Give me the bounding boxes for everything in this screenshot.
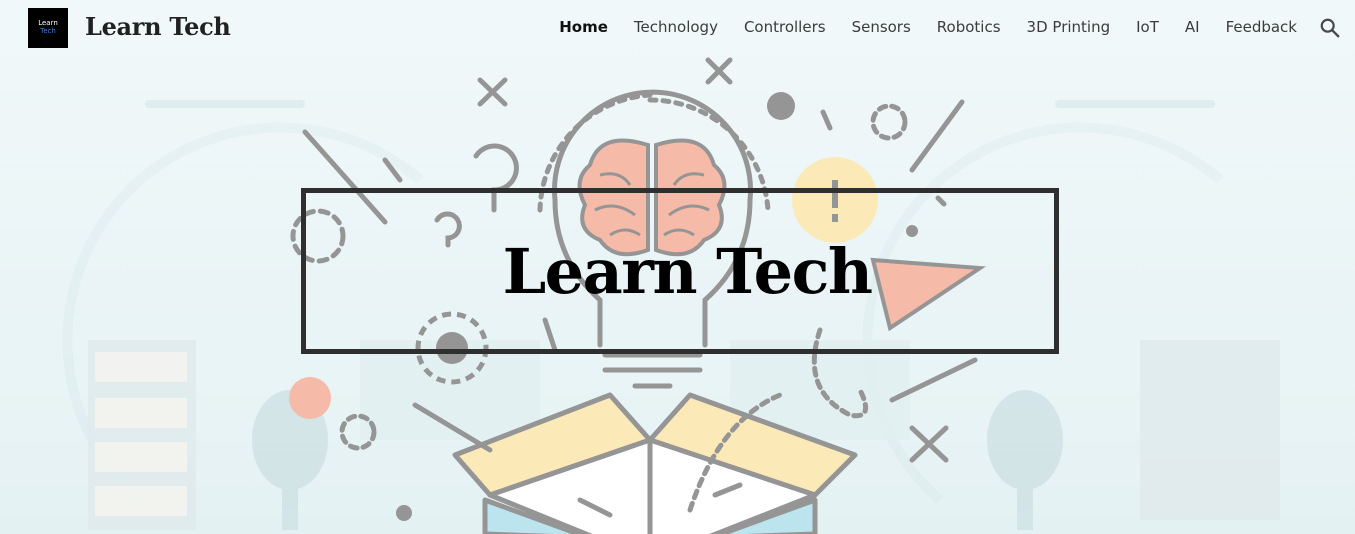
hero-title-box: Learn Tech — [301, 188, 1059, 354]
nav-item-3d-printing[interactable]: 3D Printing — [1027, 18, 1111, 36]
main-nav: Home Technology Controllers Sensors Robo… — [533, 18, 1297, 36]
nav-item-technology[interactable]: Technology — [634, 18, 718, 36]
nav-item-iot[interactable]: IoT — [1136, 18, 1159, 36]
search-icon — [1320, 18, 1340, 38]
site-header: Learn Tech Learn Tech Home Technology Co… — [0, 0, 1355, 58]
search-button[interactable] — [1319, 17, 1341, 39]
site-title[interactable]: Learn Tech — [85, 12, 231, 41]
nav-item-robotics[interactable]: Robotics — [937, 18, 1001, 36]
nav-item-feedback[interactable]: Feedback — [1226, 18, 1297, 36]
site-logo[interactable]: Learn Tech — [28, 8, 68, 48]
logo-text-line2: Tech — [40, 27, 56, 35]
nav-item-controllers[interactable]: Controllers — [744, 18, 826, 36]
logo-text-line1: Learn — [38, 19, 58, 27]
nav-item-home[interactable]: Home — [559, 18, 608, 36]
hero-title: Learn Tech — [502, 234, 873, 308]
nav-item-ai[interactable]: AI — [1185, 18, 1200, 36]
nav-item-sensors[interactable]: Sensors — [852, 18, 911, 36]
